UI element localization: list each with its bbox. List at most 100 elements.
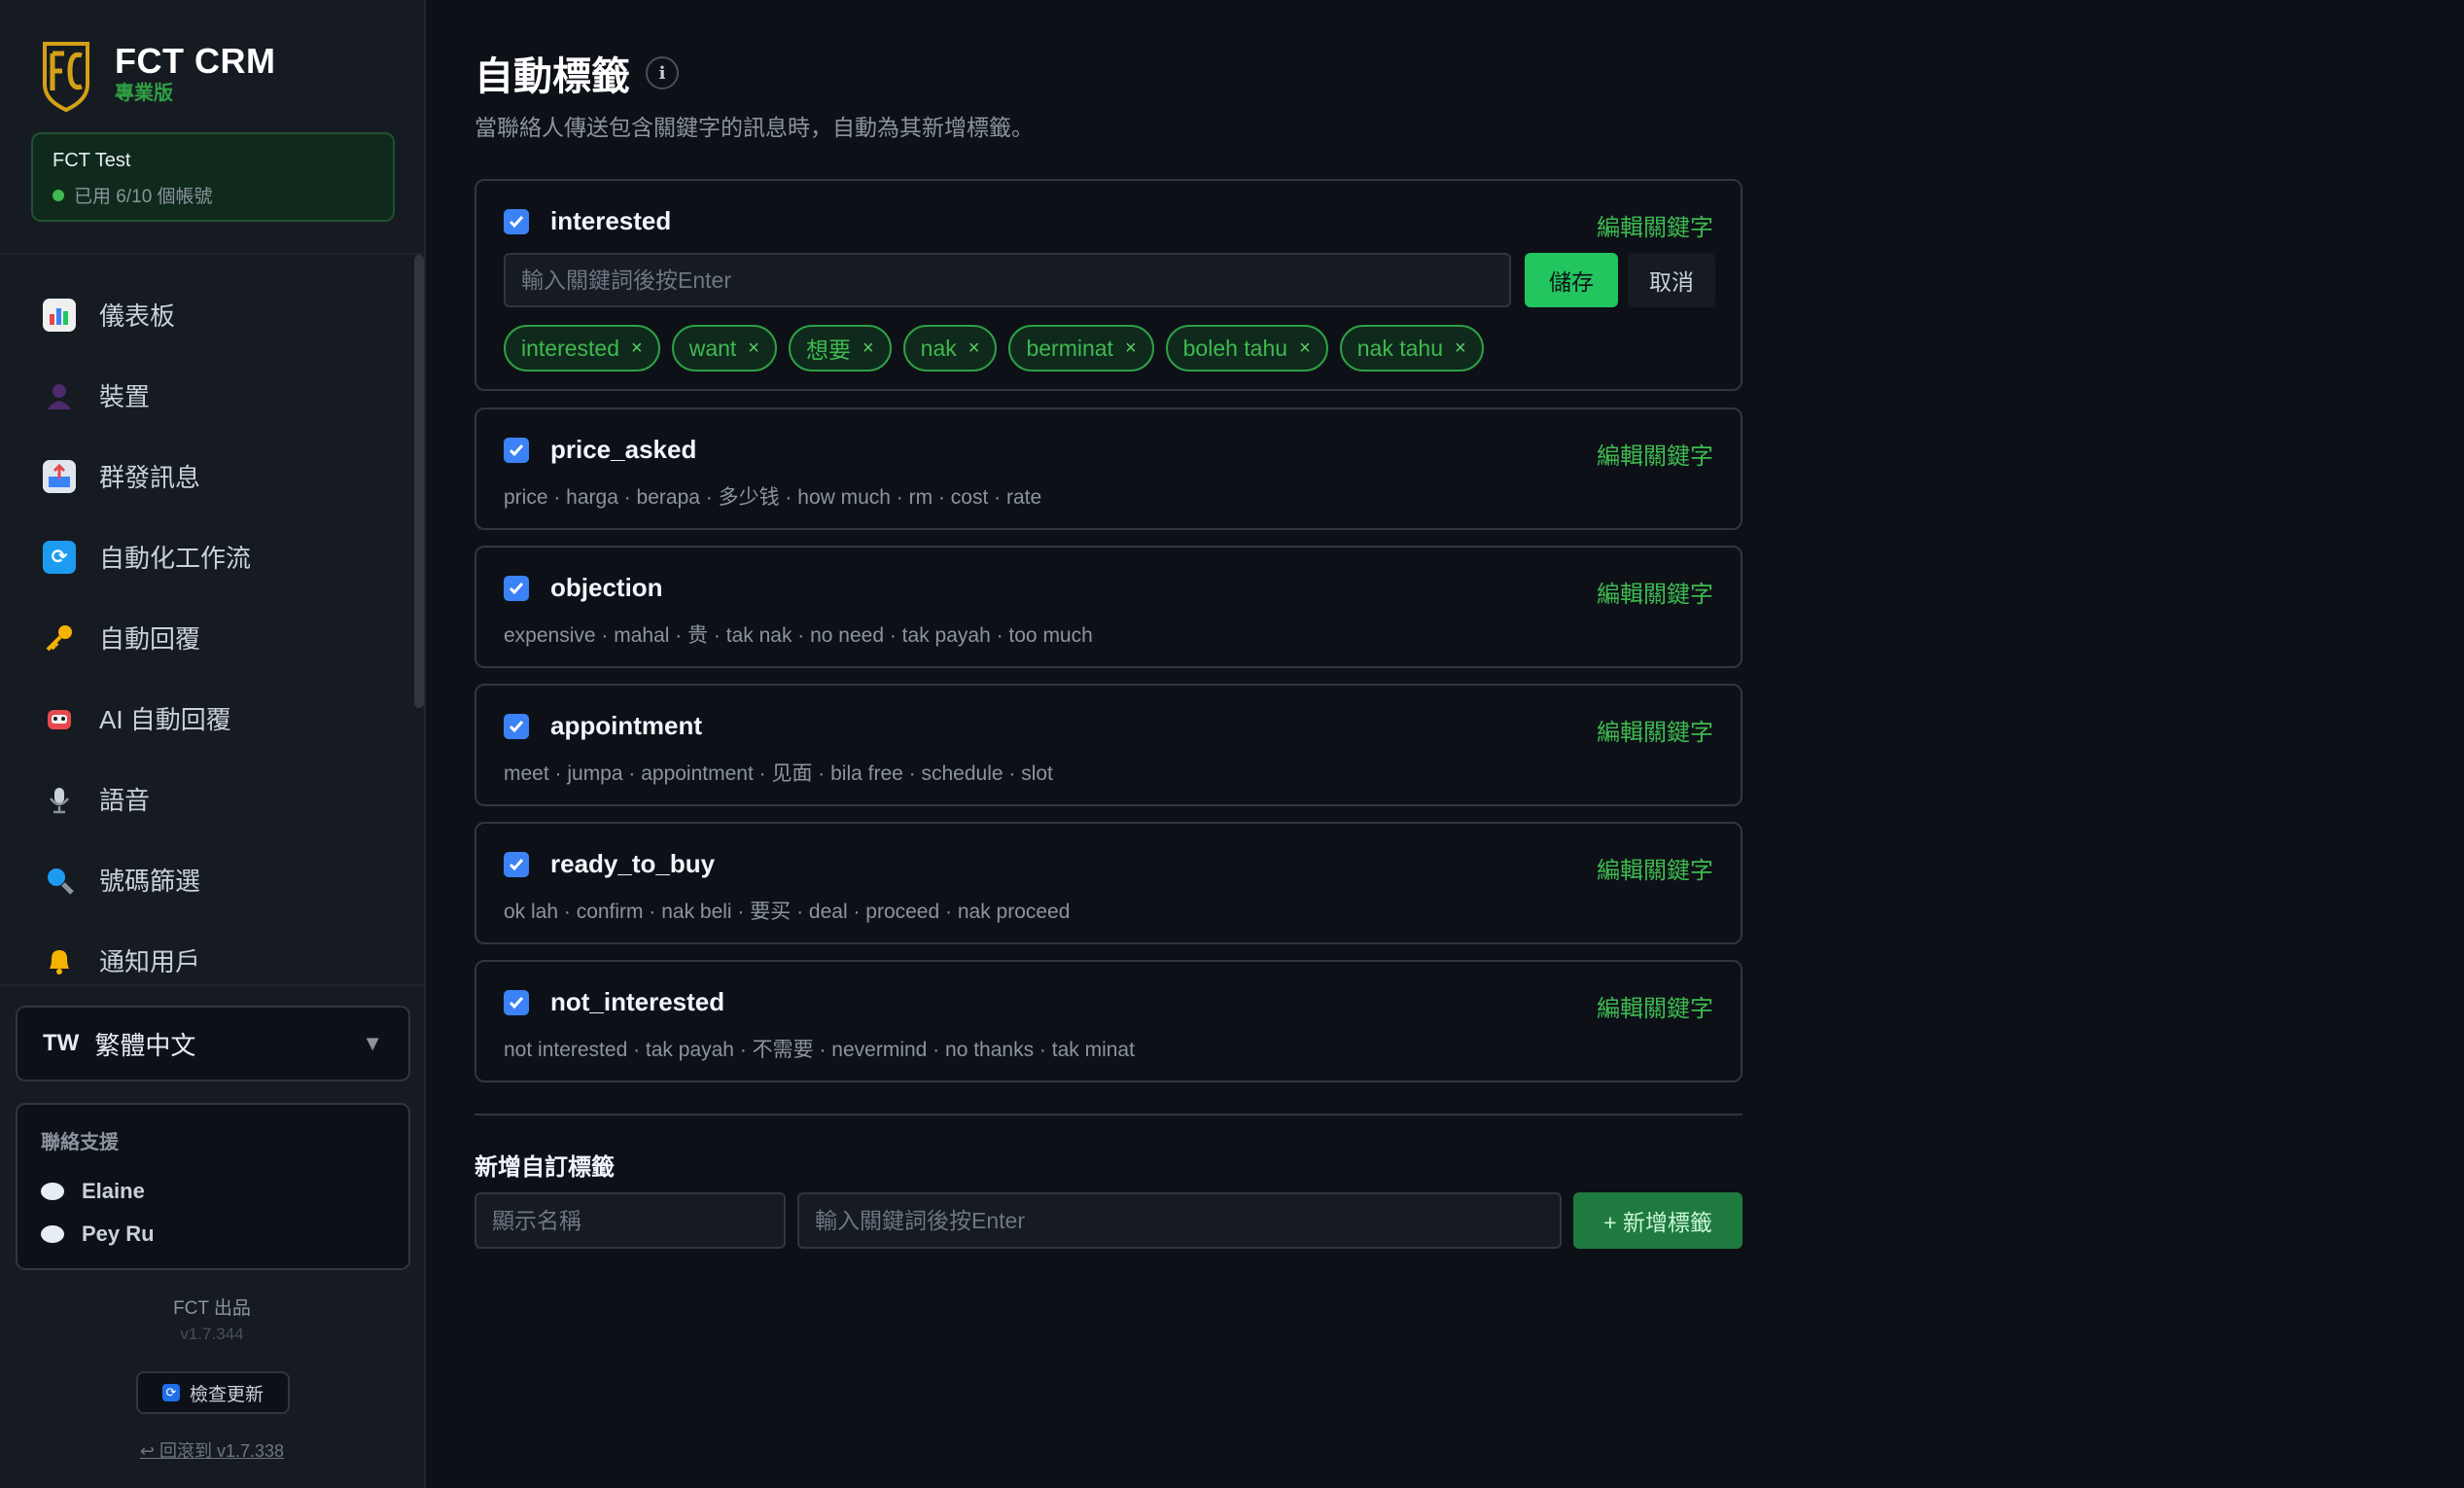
tag-enabled-checkbox[interactable] (504, 575, 529, 601)
keyword-chip-label: 想要 (805, 337, 851, 363)
robot-icon (43, 702, 76, 735)
keyword-list: ok lah · confirm · nak beli · 要买 · deal … (504, 901, 1071, 923)
sidebar-scrollbar[interactable] (414, 255, 424, 708)
language-code: TW (43, 1030, 80, 1056)
account-usage: 已用 6/10 個帳號 (53, 182, 373, 208)
check-update-button[interactable]: ⟳ 檢查更新 (136, 1371, 290, 1414)
sidebar-divider (0, 253, 424, 255)
sidebar-item-label: 通知用戶 (99, 947, 201, 976)
sidebar-item-label: AI 自動回覆 (99, 705, 231, 734)
language-label: 繁體中文 (94, 1030, 196, 1060)
remove-keyword-icon[interactable]: × (1125, 337, 1137, 360)
brand[interactable]: FCT CRM 專業版 (39, 35, 275, 113)
sidebar-item-broadcast[interactable]: 群發訊息 (0, 436, 408, 516)
section-divider (475, 1114, 1742, 1116)
account-name: FCT Test (53, 150, 131, 171)
keyword-chip-label: berminat (1026, 335, 1113, 361)
tag-card-header: interested (504, 206, 671, 236)
sidebar-item-number-filter[interactable]: 號碼篩選 (0, 839, 408, 920)
remove-keyword-icon[interactable]: × (748, 337, 759, 360)
keyword-chip-label: boleh tahu (1182, 335, 1288, 361)
remove-keyword-icon[interactable]: × (1299, 337, 1311, 360)
tag-card-header: ready_to_buy (504, 849, 715, 879)
remove-keyword-icon[interactable]: × (631, 337, 643, 360)
tag-card-not-interested: not_interested 編輯關鍵字 not interested · ta… (475, 960, 1742, 1082)
keyword-chip-label: nak (920, 335, 957, 361)
keyword-chip-label: nak tahu (1356, 335, 1443, 361)
support-contact-elaine[interactable]: Elaine (41, 1170, 385, 1213)
tag-card-objection: objection 編輯關鍵字 expensive · mahal · 贵 · … (475, 546, 1742, 668)
keyword-chip-label: interested (521, 335, 620, 361)
sidebar-item-label: 自動化工作流 (99, 544, 252, 573)
bar-chart-icon (43, 298, 76, 332)
refresh-arrows-icon: ⟳ (43, 540, 76, 574)
sidebar-item-devices[interactable]: 裝置 (0, 355, 408, 436)
tag-enabled-checkbox[interactable] (504, 437, 529, 463)
keyword-chips: interested × want × 想要 × nak × berminat × bol… (504, 325, 1484, 372)
user-silhouette-icon (43, 379, 76, 412)
edit-keywords-link[interactable]: 編輯關鍵字 (1597, 437, 1713, 471)
sidebar-item-label: 語音 (99, 786, 151, 815)
edit-keywords-link[interactable]: 編輯關鍵字 (1597, 989, 1713, 1023)
support-contact-pey-ru[interactable]: Pey Ru (41, 1213, 385, 1256)
edit-keywords-link[interactable]: 編輯關鍵字 (1597, 208, 1713, 242)
status-dot-icon (53, 189, 64, 201)
tag-name: objection (550, 573, 663, 602)
tag-enabled-checkbox[interactable] (504, 713, 529, 739)
keyword-input[interactable] (504, 253, 1511, 307)
tag-card-ready-to-buy: ready_to_buy 編輯關鍵字 ok lah · confirm · na… (475, 822, 1742, 944)
tag-card-price-asked: price_asked 編輯關鍵字 price · harga · berapa… (475, 407, 1742, 530)
sidebar-item-label: 自動回覆 (99, 624, 201, 654)
info-icon[interactable]: i (646, 56, 679, 89)
check-update-label: 檢查更新 (189, 1384, 264, 1405)
tag-enabled-checkbox[interactable] (504, 208, 529, 234)
remove-keyword-icon[interactable]: × (968, 337, 980, 360)
page-header: 自動標籤 i (475, 45, 679, 101)
save-button[interactable]: 儲存 (1525, 253, 1618, 307)
chevron-down-icon: ▼ (362, 1031, 383, 1055)
keyword-chip: berminat × (1008, 325, 1154, 372)
brand-edition: 專業版 (115, 83, 173, 104)
tag-enabled-checkbox[interactable] (504, 989, 529, 1015)
tag-card-header: not_interested (504, 987, 724, 1017)
sidebar-item-label: 儀表板 (99, 301, 176, 331)
edit-keywords-link[interactable]: 編輯關鍵字 (1597, 851, 1713, 885)
edit-keywords-link[interactable]: 編輯關鍵字 (1597, 713, 1713, 747)
tag-display-name-input[interactable] (475, 1192, 786, 1249)
tag-card-appointment: appointment 編輯關鍵字 meet · jumpa · appoint… (475, 684, 1742, 806)
brand-title: FCT CRM (115, 41, 276, 81)
tag-card-header: objection (504, 573, 663, 603)
sidebar-item-label: 群發訊息 (99, 463, 201, 492)
bell-icon (43, 944, 76, 977)
keyword-chip: nak tahu × (1339, 325, 1484, 372)
keyword-chip-label: want (688, 335, 737, 361)
account-card[interactable]: FCT Test 已用 6/10 個帳號 (31, 132, 395, 222)
add-tag-button[interactable]: + 新增標籤 (1573, 1192, 1742, 1249)
language-select[interactable]: TW 繁體中文 ▼ (16, 1006, 410, 1081)
microphone-icon (43, 783, 76, 816)
edit-keywords-link[interactable]: 編輯關鍵字 (1597, 575, 1713, 609)
tag-card-interested: interested 編輯關鍵字 儲存 取消 interested × want ×… (475, 179, 1742, 391)
sidebar-item-notify-users[interactable]: 通知用戶 (0, 920, 408, 1001)
footer-version: v1.7.344 (180, 1325, 244, 1343)
tag-enabled-checkbox[interactable] (504, 851, 529, 877)
refresh-icon: ⟳ (161, 1384, 180, 1401)
support-panel: 聯絡支援 Elaine Pey Ru (16, 1103, 410, 1270)
support-title: 聯絡支援 (41, 1132, 119, 1153)
sidebar-item-label: 號碼篩選 (99, 867, 201, 896)
sidebar-item-voice[interactable]: 語音 (0, 759, 408, 839)
remove-keyword-icon[interactable]: × (1455, 337, 1466, 360)
keyword-list: not interested · tak payah · 不需要 · never… (504, 1039, 1135, 1061)
tag-name: interested (550, 206, 672, 235)
page-title: 自動標籤 (475, 55, 630, 98)
account-usage-text: 已用 6/10 個帳號 (74, 187, 213, 207)
remove-keyword-icon[interactable]: × (862, 337, 874, 360)
new-tag-keyword-input[interactable] (797, 1192, 1562, 1249)
tag-card-header: appointment (504, 711, 702, 741)
sidebar-item-dashboard[interactable]: 儀表板 (0, 274, 408, 355)
sidebar-item-automation[interactable]: ⟳ 自動化工作流 (0, 516, 408, 597)
sidebar-item-auto-reply[interactable]: 自動回覆 (0, 597, 408, 678)
cancel-button[interactable]: 取消 (1628, 253, 1715, 307)
rollback-link[interactable]: ↩ 回滾到 v1.7.338 (0, 1437, 424, 1463)
sidebar-item-ai-auto-reply[interactable]: AI 自動回覆 (0, 678, 408, 759)
